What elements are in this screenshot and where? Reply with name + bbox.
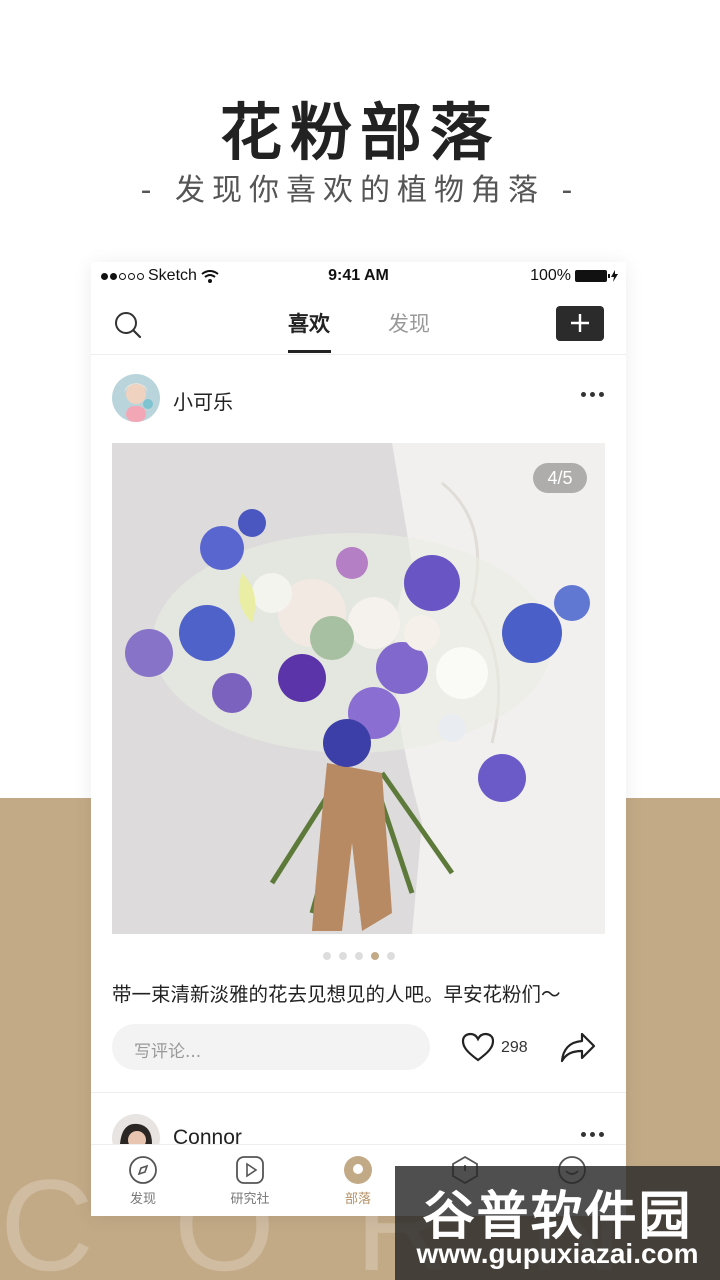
plus-icon [571,314,589,332]
tabbar-label: 研究社 [230,1192,270,1207]
status-bar: Sketch 9:41 AM 100% [91,262,626,290]
promo-title: 花粉部落 [219,96,500,169]
tabbar-item-tribe[interactable]: 部落 [323,1155,393,1207]
comment-placeholder: 写评论... [134,1042,202,1062]
share-icon[interactable] [560,1030,596,1064]
tabbar-item-research[interactable]: 研究社 [215,1155,285,1207]
pager-dot[interactable] [386,952,395,960]
battery-percent: 100% [530,267,571,284]
tabbar-label: 发现 [129,1192,156,1207]
post-image[interactable]: 4/5 [112,443,605,934]
heart-icon[interactable] [461,1032,495,1062]
image-counter: 4/5 [533,463,587,493]
tribe-icon [344,1156,372,1184]
bouquet-image [112,443,605,934]
avatar[interactable] [112,374,160,422]
pager-dot[interactable] [338,952,347,960]
comment-input[interactable]: 写评论... [112,1024,430,1070]
tabbar-item-discover[interactable]: 发现 [108,1155,178,1207]
post-header: 小可乐 [91,374,626,424]
more-icon[interactable] [581,392,604,397]
compass-icon [129,1156,157,1184]
play-icon [236,1156,264,1184]
search-icon[interactable] [113,310,143,340]
battery-area: 100% [530,267,618,285]
watermark-logo: 谷普软件园 www.gupuxiazai.com [395,1166,720,1280]
post-caption: 带一束清新淡雅的花去见想见的人吧。早安花粉们～ [112,983,561,1006]
pager-dot-active[interactable] [370,952,379,960]
active-tab-indicator [288,350,331,353]
tab-discover[interactable]: 发现 [388,308,430,338]
like-count: 298 [501,1039,528,1056]
post-username[interactable]: 小可乐 [173,386,233,415]
phone-screen: Sketch 9:41 AM 100% 喜欢 发现 小可乐 4/5 带一束清新淡… [91,262,626,1216]
pager-dot[interactable] [354,952,363,960]
top-navbar: 喜欢 发现 [91,296,626,355]
pager-dot[interactable] [322,952,331,960]
battery-icon [575,270,610,282]
post-divider [91,1092,626,1093]
add-post-button[interactable] [556,306,604,341]
image-pager [91,952,626,960]
watermark-url: www.gupuxiazai.com [416,1238,699,1269]
promo-subtitle: - 发现你喜欢的植物角落 - [140,173,580,208]
tabbar-label: 部落 [344,1192,371,1207]
tab-like[interactable]: 喜欢 [288,308,330,338]
more-icon[interactable] [581,1132,604,1137]
charging-icon [611,270,618,282]
